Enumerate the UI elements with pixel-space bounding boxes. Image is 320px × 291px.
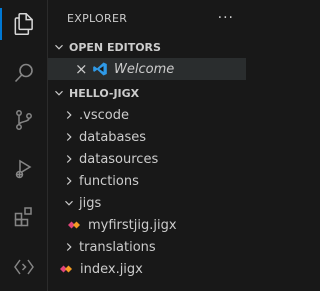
chevron-right-icon — [66, 155, 72, 163]
tree-item-datasources[interactable]: datasources — [48, 148, 246, 170]
tree-item-label: datasources — [79, 151, 159, 167]
tree-item-label: translations — [79, 239, 156, 255]
extensions-icon[interactable] — [0, 197, 47, 237]
tree-item-databases[interactable]: databases — [48, 126, 246, 148]
run-debug-icon[interactable] — [0, 149, 47, 189]
vscode-icon — [93, 62, 107, 76]
tree-item-vscode[interactable]: .vscode — [48, 104, 246, 126]
chevron-right-icon — [66, 243, 72, 251]
tree-item-jigs[interactable]: jigs — [48, 192, 246, 214]
tree-item-index[interactable]: index.jigx — [48, 258, 246, 280]
close-icon[interactable]: × — [75, 60, 89, 78]
chevron-right-icon — [66, 111, 72, 119]
tree-item-label: index.jigx — [80, 261, 143, 277]
tree-item-myfirstjig[interactable]: myfirstjig.jigx — [48, 214, 246, 236]
tree-item-label: jigs — [79, 195, 102, 211]
tree-item-translations[interactable]: translations — [48, 236, 246, 258]
tree-item-label: databases — [79, 129, 147, 145]
open-editor-label: Welcome — [114, 61, 175, 77]
more-actions-icon[interactable]: ··· — [218, 10, 234, 26]
tree-item-label: myfirstjig.jigx — [88, 217, 177, 233]
jigx-file-icon — [60, 265, 72, 273]
open-editors-section-header[interactable]: OPEN EDITORS — [48, 36, 246, 58]
activity-bar — [0, 0, 48, 291]
tree-item-functions[interactable]: functions — [48, 170, 246, 192]
open-editors-title: OPEN EDITORS — [69, 40, 161, 54]
source-control-icon[interactable] — [0, 100, 47, 140]
explorer-title: EXPLORER — [67, 11, 128, 25]
explorer-icon[interactable] — [0, 4, 47, 44]
search-icon[interactable] — [0, 53, 47, 93]
explorer-header: EXPLORER ··· — [48, 0, 246, 36]
chevron-down-icon — [65, 200, 73, 206]
tree-item-label: functions — [79, 173, 139, 189]
vscode-window: EXPLORER ··· OPEN EDITORS × Welcome HELL… — [0, 0, 246, 291]
open-editor-item[interactable]: × Welcome — [48, 58, 246, 80]
remote-icon[interactable] — [0, 247, 47, 287]
chevron-right-icon — [66, 133, 72, 141]
workspace-title: HELLO-JIGX — [69, 86, 140, 100]
chevron-down-icon — [55, 90, 63, 96]
explorer-sidebar: EXPLORER ··· OPEN EDITORS × Welcome HELL… — [48, 0, 246, 291]
workspace-section-header[interactable]: HELLO-JIGX — [48, 82, 246, 104]
chevron-right-icon — [66, 177, 72, 185]
chevron-down-icon — [55, 44, 63, 50]
tree-item-label: .vscode — [79, 107, 129, 123]
jigx-file-icon — [68, 221, 80, 229]
